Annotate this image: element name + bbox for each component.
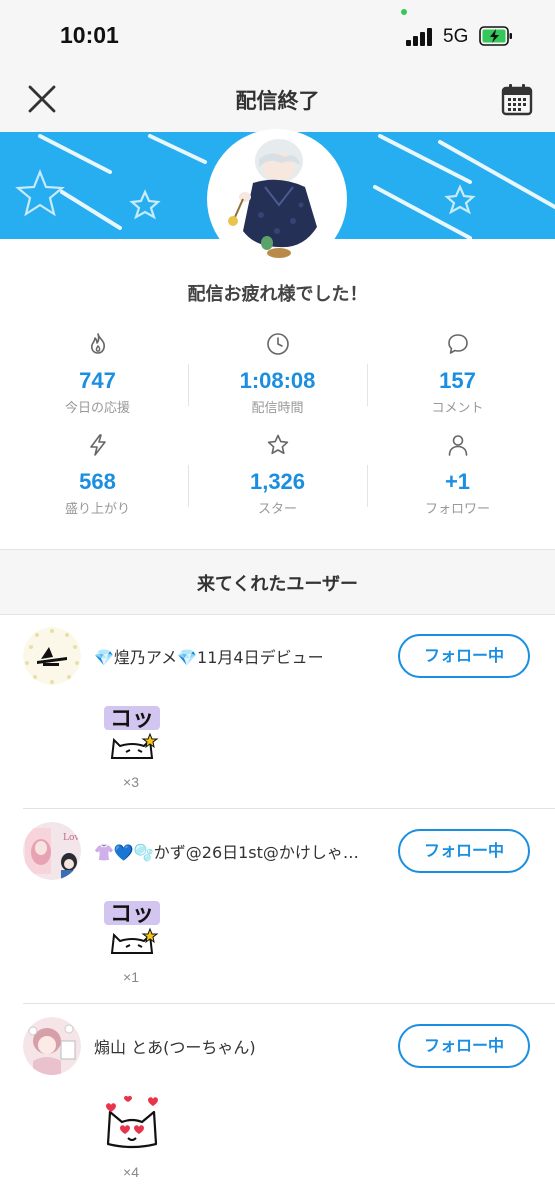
streamer-avatar [209, 131, 345, 267]
status-bar: 10:01 5G [0, 0, 555, 75]
visitor-row: 煽山 とあ(つーちゃん) フォロー中 ×4 [0, 1004, 555, 1199]
user-avatar[interactable] [23, 627, 81, 685]
following-button[interactable]: フォロー中 [398, 634, 530, 678]
flame-icon [91, 333, 105, 354]
comment-icon [448, 334, 468, 354]
signal-icon [406, 28, 436, 46]
visitor-row: Love 👚💙🫧かず@26日1st@かけしゃ… フォロー中 コッ ×1 [0, 809, 555, 1004]
star-icon [267, 434, 289, 455]
summary-heading: 配信お疲れ様でした！ [187, 284, 368, 305]
stat-label: 盛り上がり [64, 502, 130, 517]
privacy-indicator [401, 9, 407, 15]
user-avatar[interactable]: Love [23, 822, 81, 880]
stat-label: スター [257, 502, 297, 517]
visitors-heading: 来てくれたユーザー [196, 574, 359, 595]
network-type: 5G [443, 26, 469, 47]
stat-stars: 1,326 スター [185, 427, 370, 527]
sticker-count: ×3 [123, 774, 139, 790]
stat-value: 1:08:08 [239, 368, 316, 393]
stat-value: +1 [444, 469, 471, 494]
cat-hearts-sticker-icon [106, 1095, 158, 1149]
stat-followers: +1 フォロワー [365, 427, 550, 527]
person-icon [448, 435, 468, 456]
following-button[interactable]: フォロー中 [398, 1024, 530, 1068]
stat-support: 747 今日の応援 [5, 326, 190, 426]
sticker-count: ×4 [123, 1164, 139, 1180]
page-title: 配信終了 [235, 89, 320, 113]
status-time: 10:01 [60, 22, 119, 48]
stat-value: 1,326 [249, 469, 306, 494]
stat-label: 配信時間 [251, 401, 304, 416]
nav-bar: 配信終了 [0, 75, 555, 132]
following-button[interactable]: フォロー中 [398, 829, 530, 873]
sticker-text: コッ [110, 902, 154, 927]
sticker-text: コッ [110, 707, 154, 732]
cat-sticker-icon: コッ [104, 706, 160, 759]
sticker-count: ×1 [123, 969, 139, 985]
stat-duration: 1:08:08 配信時間 [185, 326, 370, 426]
user-name[interactable]: 👚💙🫧かず@26日1st@かけしゃ… [94, 839, 384, 863]
stat-label: 今日の応援 [64, 401, 130, 416]
visitor-row: 💎煌乃アメ💎11月4日デビュー フォロー中 コッ ×3 [0, 614, 555, 809]
clock-icon [267, 333, 289, 355]
user-avatar[interactable] [23, 1017, 81, 1075]
svg-text:Love: Love [63, 833, 81, 843]
stat-value: 157 [439, 368, 476, 393]
stat-label: フォロワー [424, 502, 490, 517]
calendar-icon[interactable] [500, 83, 534, 117]
cat-sticker-icon: コッ [104, 901, 160, 954]
user-name[interactable]: 💎煌乃アメ💎11月4日デビュー [94, 644, 384, 668]
user-name[interactable]: 煽山 とあ(つーちゃん) [94, 1034, 384, 1058]
lightning-icon [90, 434, 106, 456]
stat-value: 568 [79, 469, 116, 494]
battery-icon [479, 26, 512, 46]
visitors-section-header: 来てくれたユーザー [0, 549, 555, 615]
stat-excitement: 568 盛り上がり [5, 427, 190, 527]
stats-grid: 747 今日の応援 1:08:08 配信時間 157 コメント 568 盛り上が… [0, 320, 555, 520]
stat-label: コメント [431, 401, 484, 416]
stat-value: 747 [79, 368, 116, 393]
stat-comments: 157 コメント [365, 326, 550, 426]
